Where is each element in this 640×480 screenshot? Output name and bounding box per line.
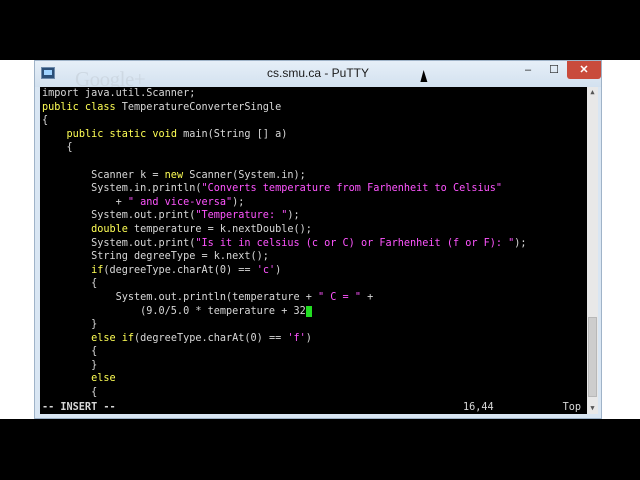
code-token: System.out.println(temperature + <box>42 291 319 303</box>
code-line: System.in.println("Converts temperature … <box>40 182 587 196</box>
code-line: { <box>40 386 587 400</box>
code-token: import java.util.Scanner; <box>42 88 196 99</box>
maximize-button[interactable]: ☐ <box>541 61 567 79</box>
code-line: System.out.println(temperature + " C = "… <box>40 291 587 305</box>
scroll-down-arrow-icon[interactable]: ▼ <box>587 403 598 414</box>
code-token: { <box>42 142 73 154</box>
code-token: ); <box>514 237 527 249</box>
vim-status-line: -- INSERT -- 16,44 Top <box>40 401 587 414</box>
code-line: public static void main(String [] a) <box>40 128 587 142</box>
code-token: { <box>42 387 98 399</box>
code-token: System.in.println( <box>42 183 202 195</box>
code-token: TemperatureConverterSingle <box>121 101 282 113</box>
code-line: System.out.print("Temperature: "); <box>40 209 587 223</box>
putty-window[interactable]: Google+ cs.smu.ca - PuTTY – ☐ ✕ import j… <box>34 60 602 419</box>
code-line: { <box>40 345 587 359</box>
code-token: "Is it in celsius (c or C) or Farhenheit… <box>195 237 515 249</box>
code-line: { <box>40 114 587 128</box>
code-token: + <box>42 196 128 208</box>
code-token: "Temperature: " <box>195 210 288 222</box>
scrollbar-thumb[interactable] <box>588 317 597 397</box>
code-token: temperature = k.nextDouble(); <box>134 223 312 235</box>
close-button[interactable]: ✕ <box>567 61 601 79</box>
code-token: (9.0/5.0 * temperature + 32 <box>42 305 306 317</box>
code-line: else if(degreeType.charAt(0) == 'f') <box>40 332 587 346</box>
scroll-position: Top <box>562 402 581 413</box>
code-token: ); <box>287 210 300 222</box>
code-token: ); <box>232 196 245 208</box>
code-token: ) <box>275 264 282 276</box>
code-token: Scanner k = <box>42 169 165 181</box>
code-token: ) <box>305 332 312 344</box>
code-line: public class TemperatureConverterSingle <box>40 101 587 115</box>
code-line: import java.util.Scanner; <box>40 87 587 101</box>
code-token: (degreeType.charAt(0) == <box>103 264 257 276</box>
code-token: Scanner(System.in); <box>189 169 306 181</box>
title-bar[interactable]: Google+ cs.smu.ca - PuTTY – ☐ ✕ <box>35 61 601 91</box>
code-token: } <box>42 359 98 371</box>
vim-mode-indicator: -- INSERT -- <box>42 402 116 413</box>
code-token: " and vice-versa" <box>127 196 233 208</box>
code-line: double temperature = k.nextDouble(); <box>40 223 587 237</box>
code-token: System.out.print( <box>42 210 196 222</box>
text-cursor <box>305 305 312 317</box>
code-line: if(degreeType.charAt(0) == 'c') <box>40 264 587 278</box>
code-line: } <box>40 318 587 332</box>
code-token: else if <box>91 332 135 344</box>
terminal-area[interactable]: import java.util.Scanner; public class Te… <box>40 87 587 401</box>
minimize-button[interactable]: – <box>515 61 541 79</box>
code-token: } <box>42 319 98 331</box>
scroll-up-arrow-icon[interactable]: ▲ <box>587 87 598 98</box>
code-token: (degreeType.charAt(0) == <box>134 332 288 344</box>
code-token: " C = " <box>318 291 361 303</box>
code-token: main(String [] a) <box>183 128 288 140</box>
cursor-position: 16,44 <box>463 402 494 413</box>
code-line: String degreeType = k.next(); <box>40 250 587 264</box>
code-line: { <box>40 277 587 291</box>
code-token: String degreeType = k.next(); <box>42 251 269 263</box>
code-token: { <box>42 346 98 358</box>
code-token: if <box>91 264 104 276</box>
code-line: (9.0/5.0 * temperature + 32 <box>40 305 587 319</box>
code-token: { <box>42 278 98 290</box>
code-line: } <box>40 359 587 373</box>
code-line: + " and vice-versa"); <box>40 196 587 210</box>
code-token: 'f' <box>287 332 306 344</box>
code-token: 'c' <box>256 264 276 276</box>
code-token: public class <box>42 101 122 113</box>
code-token: public static void <box>66 128 184 140</box>
code-line: System.out.print("Is it in celsius (c or… <box>40 237 587 251</box>
code-token: else <box>91 373 116 385</box>
code-token: + <box>360 291 374 303</box>
code-token: "Converts temperature from Farhenheit to… <box>201 183 503 195</box>
code-line: Scanner k = new Scanner(System.in); <box>40 169 587 183</box>
code-token: { <box>42 115 49 127</box>
code-token: double <box>91 223 135 235</box>
code-token: new <box>164 169 190 181</box>
code-line: { <box>40 141 587 155</box>
vertical-scrollbar[interactable]: ▲ ▼ <box>587 87 598 414</box>
code-token: System.out.print( <box>42 237 196 249</box>
code-line: else <box>40 372 587 386</box>
